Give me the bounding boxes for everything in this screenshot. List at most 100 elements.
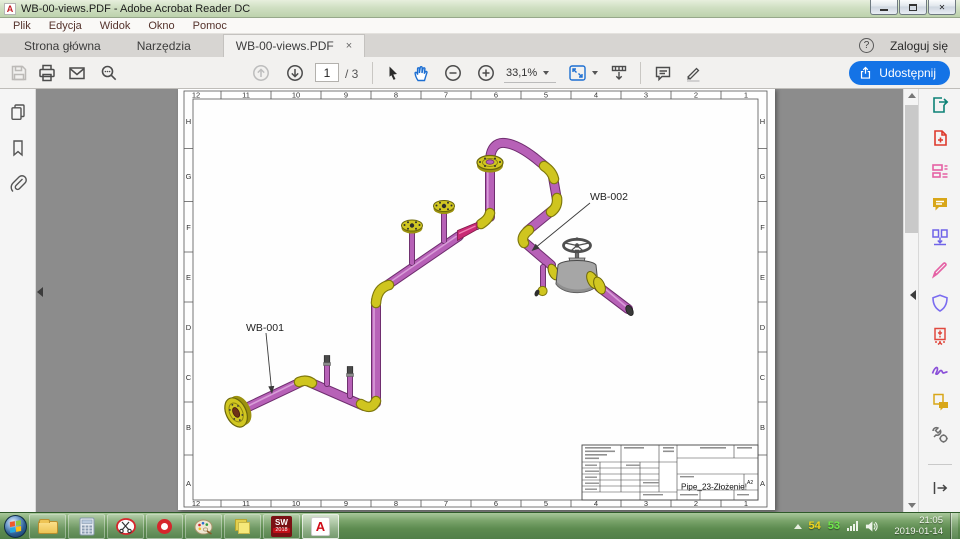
taskbar-opera-button[interactable] [146,513,183,539]
next-page-icon[interactable] [286,64,304,82]
page-thumbnails-icon[interactable] [9,103,27,121]
sign-in-button[interactable]: Zaloguj się [890,39,948,53]
zoom-level-combo[interactable]: 33,1% [504,64,556,83]
show-desktop-button[interactable] [950,512,958,539]
taskbar-acrobat-button[interactable]: A [302,513,339,539]
toolbar-divider [640,62,641,84]
acrobat-app-icon: A [4,2,16,15]
protect-icon[interactable] [930,293,950,313]
edit-pdf-icon[interactable] [930,161,950,181]
pipe-reducer [457,221,478,242]
save-icon[interactable] [10,64,28,82]
start-button[interactable] [4,514,27,538]
tab-home[interactable]: Strona główna [6,34,119,57]
svg-text:8: 8 [394,499,398,508]
svg-text:10: 10 [292,90,300,99]
fit-options-caret-icon[interactable] [592,71,598,75]
top-flange [476,154,504,173]
email-icon[interactable] [68,64,86,82]
bookmarks-icon[interactable] [9,139,27,157]
pdf-page: 12 11 10 9 8 7 6 5 4 3 2 1 12 11 10 9 8 7 6 5 4 3 2 1 HGFEDCBA… [178,89,775,510]
menu-okno[interactable]: Okno [139,20,183,32]
export-pdf-icon[interactable] [930,95,950,115]
taskbar-paint-button[interactable] [185,513,222,539]
svg-text:6: 6 [494,499,498,508]
svg-text:D: D [186,323,192,332]
right-panel-collapse-handle[interactable] [910,290,916,300]
svg-text:E: E [760,273,765,282]
tab-close-icon[interactable]: × [346,40,352,52]
end-flange [224,395,252,428]
fill-sign-icon[interactable] [930,260,950,280]
print-icon[interactable] [38,64,56,82]
taskbar-explorer-button[interactable] [29,513,66,539]
svg-text:F: F [186,223,191,232]
tab-tools[interactable]: Narzędzia [119,34,209,57]
help-icon[interactable]: ? [858,38,874,53]
certificates-signature-icon[interactable] [930,359,950,379]
zoom-out-icon[interactable] [444,64,462,82]
left-panel-collapse-handle[interactable] [37,287,43,297]
create-pdf-icon[interactable] [930,128,950,148]
chevron-down-icon [543,71,550,75]
tray-overflow-icon[interactable] [793,523,802,529]
comment-icon[interactable] [654,64,672,82]
menu-widok[interactable]: Widok [91,20,140,32]
taskbar-solidworks-button[interactable]: SW 2018 [263,513,300,539]
svg-text:G: G [760,172,766,181]
tray-sensor-green[interactable]: 53 [828,520,840,532]
search-icon[interactable] [100,64,118,82]
zoom-in-icon[interactable] [477,64,495,82]
tab-bar: Strona główna Narzędzia WB-00-views.PDF … [0,34,960,57]
menu-plik[interactable]: Plik [4,20,40,32]
svg-text:H: H [186,117,191,126]
page-number-input[interactable] [315,63,339,82]
taskbar-snipping-tool-button[interactable] [107,513,144,539]
system-tray: 54 53 21:05 2019-01-14 [793,512,960,539]
scroll-up-icon[interactable] [908,93,916,98]
open-tools-pane-icon[interactable] [930,478,950,498]
taskbar-calculator-button[interactable] [68,513,105,539]
hand-tool-icon[interactable] [412,64,430,82]
send-for-review-icon[interactable] [930,392,950,412]
menu-pomoc[interactable]: Pomoc [184,20,236,32]
page-scrolling-icon[interactable] [610,64,628,82]
previous-page-icon[interactable] [252,64,270,82]
combine-files-icon[interactable] [930,227,950,247]
attachments-icon[interactable] [9,175,27,193]
maximize-button[interactable] [899,0,927,15]
network-signal-icon[interactable] [847,521,858,531]
vertical-scrollbar[interactable] [903,89,918,512]
label-wb002: WB-002 [590,191,628,203]
tab-document[interactable]: WB-00-views.PDF × [222,34,366,57]
scrollbar-thumb[interactable] [905,105,918,233]
select-tool-icon[interactable] [384,64,402,82]
sheet-format: A2 [747,480,753,486]
windows-taskbar: SW 2018 A 54 53 21:05 2019-01-14 [0,512,960,539]
document-viewport[interactable]: 12 11 10 9 8 7 6 5 4 3 2 1 12 11 10 9 8 7 6 5 4 3 2 1 HGFEDCBA… [36,89,918,512]
close-icon: ✕ [938,2,946,12]
share-button[interactable]: Udostępnij [849,61,950,85]
taskbar-clock[interactable]: 21:05 2019-01-14 [885,515,943,538]
fit-page-icon[interactable] [568,64,588,82]
compress-pdf-icon[interactable] [930,326,950,346]
tray-sensor-yellow[interactable]: 54 [809,520,821,532]
svg-text:12: 12 [192,499,200,508]
close-button[interactable]: ✕ [928,0,956,15]
svg-text:6: 6 [494,90,498,99]
volume-icon[interactable] [865,520,878,533]
window-title: WB-00-views.PDF - Adobe Acrobat Reader D… [21,2,251,15]
minimize-button[interactable] [870,0,898,15]
svg-text:9: 9 [344,499,348,508]
taskbar-sticky-notes-button[interactable] [224,513,261,539]
globe-valve [547,237,606,295]
scroll-down-icon[interactable] [908,503,916,508]
more-tools-icon[interactable] [930,425,950,445]
title-block: Pipe_23-Złożenie! A2 [581,444,759,501]
part-name: Pipe_23-Złożenie! [681,483,747,492]
share-button-label: Udostępnij [879,66,936,80]
svg-text:H: H [760,117,765,126]
menu-edycja[interactable]: Edycja [40,20,91,32]
comment-tool-icon[interactable] [930,194,950,214]
highlight-pen-icon[interactable] [684,64,702,82]
